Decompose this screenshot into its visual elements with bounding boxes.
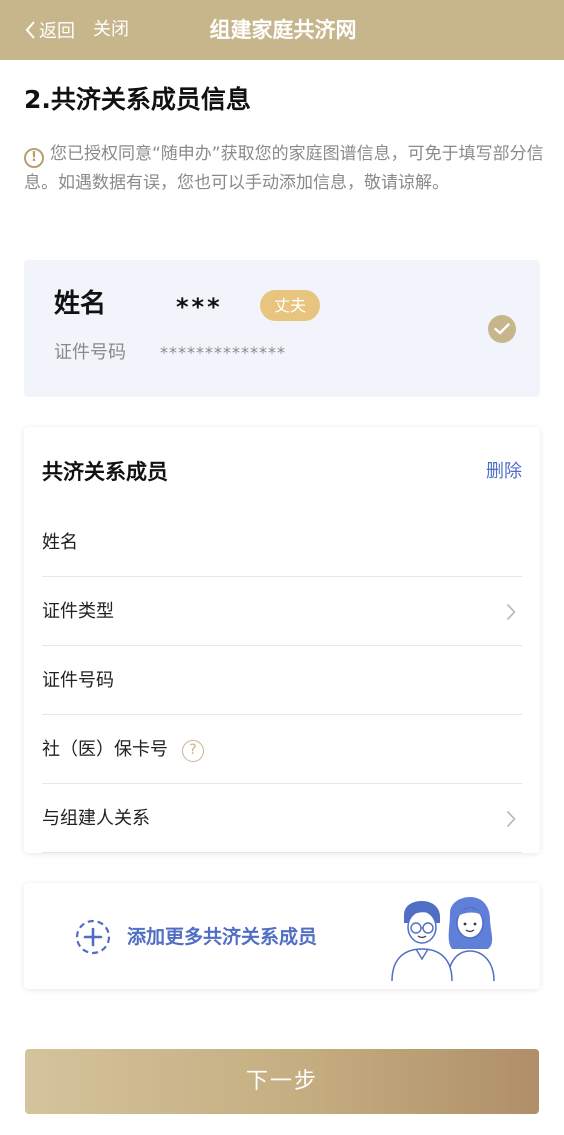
notice-text: 您已授权同意“随申办”获取您的家庭图谱信息，可免于填写部分信息。如遇数据有误，您…: [24, 144, 544, 193]
insurance-card-field[interactable]: 社（医）保卡号?: [42, 715, 522, 784]
question-circle-icon[interactable]: ?: [182, 740, 204, 762]
member-card[interactable]: 姓名 *** 丈夫 证件号码 **************: [24, 260, 540, 397]
next-step-button[interactable]: 下一步: [25, 1049, 539, 1114]
family-couple-illustration: [391, 897, 495, 981]
chevron-right-icon: [506, 810, 516, 828]
id-type-label: 证件类型: [42, 601, 114, 622]
exclamation-circle-icon: !: [24, 148, 44, 168]
name-field[interactable]: 姓名: [42, 508, 522, 577]
name-field-label: 姓名: [42, 532, 78, 553]
page-title: 组建家庭共济网: [209, 18, 357, 42]
check-circle-icon[interactable]: [488, 315, 516, 343]
relationship-select[interactable]: 与组建人关系: [42, 784, 522, 853]
member-id-label: 证件号码: [54, 342, 126, 363]
nav-bar: 返回 关闭 组建家庭共济网: [0, 0, 564, 60]
id-number-field[interactable]: 证件号码: [42, 646, 522, 715]
insurance-card-label-wrap: 社（医）保卡号?: [42, 737, 204, 763]
member-name-label: 姓名: [54, 289, 107, 319]
notice-text-block: ! 您已授权同意“随申办”获取您的家庭图谱信息，可免于填写部分信息。如遇数据有误，…: [24, 140, 544, 198]
add-member-card[interactable]: 添加更多共济关系成员: [24, 883, 540, 989]
delete-button[interactable]: 删除: [486, 459, 522, 485]
relationship-label: 与组建人关系: [42, 808, 150, 829]
relation-badge: 丈夫: [260, 290, 320, 321]
plus-dashed-circle-icon: [75, 919, 111, 955]
add-member-label: 添加更多共济关系成员: [127, 926, 318, 948]
member-name-value: ***: [176, 293, 223, 321]
chevron-right-icon: [506, 603, 516, 621]
form-title: 共济关系成员: [42, 460, 168, 484]
member-form-card: 共济关系成员 删除 姓名 证件类型 证件号码 社（医）保卡号? 与组建人关系: [24, 427, 540, 853]
member-id-value: **************: [160, 343, 286, 362]
section-title: 2.共济关系成员信息: [24, 85, 251, 114]
insurance-card-label: 社（医）保卡号: [42, 739, 168, 760]
id-type-select[interactable]: 证件类型: [42, 577, 522, 646]
id-number-label: 证件号码: [42, 670, 114, 691]
